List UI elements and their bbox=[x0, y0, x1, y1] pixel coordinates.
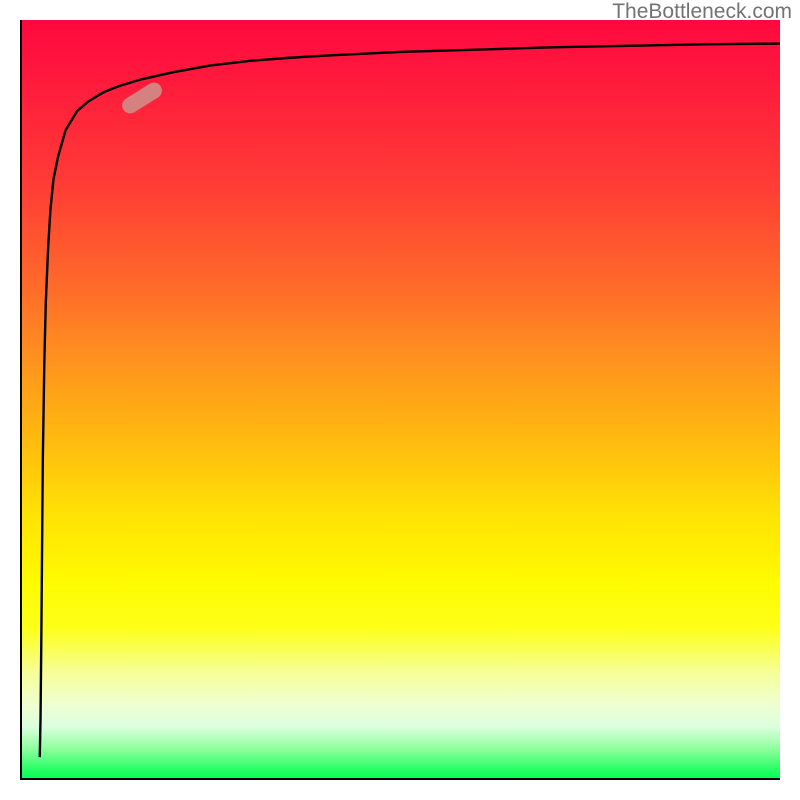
x-axis bbox=[20, 778, 780, 780]
bottleneck-curve bbox=[40, 44, 780, 758]
y-axis bbox=[20, 20, 22, 780]
plot-area bbox=[20, 20, 780, 780]
chart-stage: TheBottleneck.com bbox=[0, 0, 800, 800]
curve-svg bbox=[20, 20, 780, 780]
watermark-label: TheBottleneck.com bbox=[612, 0, 792, 24]
